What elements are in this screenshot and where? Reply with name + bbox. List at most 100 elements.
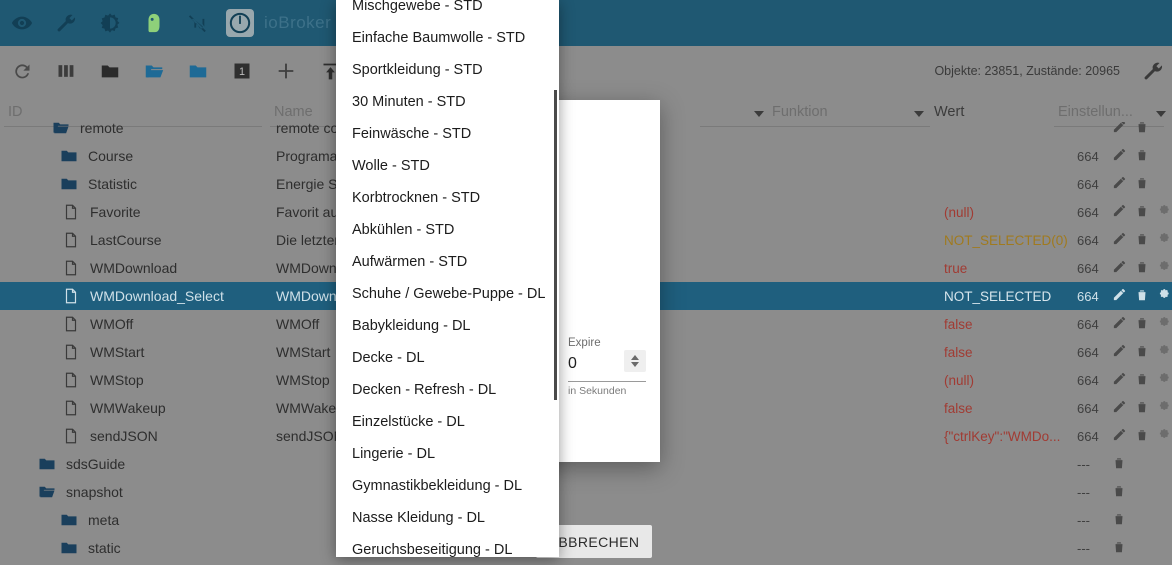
expand-level-1-icon[interactable]: 1 bbox=[220, 46, 264, 96]
stepper-up-icon[interactable] bbox=[631, 355, 639, 360]
delete-button[interactable] bbox=[1135, 400, 1149, 417]
row-actions[interactable] bbox=[1112, 343, 1171, 361]
edit-button[interactable] bbox=[1112, 343, 1127, 361]
edit-button[interactable] bbox=[1112, 315, 1127, 333]
settings-button[interactable] bbox=[1157, 260, 1171, 277]
dropdown-item[interactable]: Lingerie - DL bbox=[336, 438, 559, 470]
chevron-down-icon-einstellungen[interactable] bbox=[1156, 111, 1166, 117]
chevron-down-icon-type[interactable] bbox=[754, 111, 764, 117]
settings-button[interactable] bbox=[1157, 400, 1171, 417]
row-actions[interactable] bbox=[1112, 287, 1171, 305]
plus-icon[interactable] bbox=[264, 46, 308, 96]
row-actions[interactable] bbox=[1112, 371, 1171, 389]
dropdown-item[interactable]: Feinwäsche - STD bbox=[336, 118, 559, 150]
column-wert-label[interactable]: Wert bbox=[934, 104, 964, 120]
dropdown-item[interactable]: Wolle - STD bbox=[336, 150, 559, 182]
delete-button[interactable] bbox=[1112, 456, 1126, 473]
wrench-icon[interactable] bbox=[44, 0, 88, 46]
iobroker-logo[interactable] bbox=[226, 9, 254, 37]
expire-stepper[interactable] bbox=[624, 350, 646, 372]
row-actions[interactable] bbox=[1112, 512, 1126, 529]
settings-button[interactable] bbox=[1157, 372, 1171, 389]
columns-icon[interactable] bbox=[44, 46, 88, 96]
edit-button[interactable] bbox=[1112, 231, 1127, 249]
edit-button[interactable] bbox=[1112, 147, 1127, 165]
row-actions[interactable] bbox=[1112, 456, 1126, 473]
edit-button[interactable] bbox=[1112, 203, 1127, 221]
row-actions[interactable] bbox=[1112, 540, 1126, 557]
row-actions[interactable] bbox=[1112, 175, 1149, 193]
dropdown-item[interactable]: Einzelstücke - DL bbox=[336, 406, 559, 438]
stepper-down-icon[interactable] bbox=[631, 362, 639, 367]
settings-wrench-icon[interactable] bbox=[1142, 46, 1164, 96]
delete-button[interactable] bbox=[1112, 512, 1126, 529]
settings-button[interactable] bbox=[1157, 428, 1171, 445]
delete-button[interactable] bbox=[1135, 372, 1149, 389]
dropdown-item[interactable]: 30 Minuten - STD bbox=[336, 86, 559, 118]
edit-button[interactable] bbox=[1112, 287, 1127, 305]
dropdown-item[interactable]: Schuhe / Gewebe-Puppe - DL bbox=[336, 278, 559, 310]
delete-button[interactable] bbox=[1135, 428, 1149, 445]
dropdown-item[interactable]: Einfache Baumwolle - STD bbox=[336, 22, 559, 54]
delete-button[interactable] bbox=[1135, 122, 1149, 137]
row-actions[interactable] bbox=[1112, 122, 1149, 137]
folder-filled-icon[interactable] bbox=[176, 46, 220, 96]
column-id-label[interactable]: ID bbox=[8, 104, 23, 120]
delete-button[interactable] bbox=[1135, 344, 1149, 361]
settings-button[interactable] bbox=[1157, 232, 1171, 249]
course-select-dropdown[interactable]: Mischgewebe - STD Einfache Baumwolle - ST… bbox=[336, 0, 559, 557]
delete-button[interactable] bbox=[1135, 204, 1149, 221]
row-actions[interactable] bbox=[1112, 315, 1171, 333]
delete-button[interactable] bbox=[1135, 316, 1149, 333]
delete-button[interactable] bbox=[1135, 288, 1149, 305]
expire-input[interactable]: 0 bbox=[568, 355, 577, 373]
dropdown-item[interactable]: Aufwärmen - STD bbox=[336, 246, 559, 278]
row-actions[interactable] bbox=[1112, 427, 1171, 445]
settings-button[interactable] bbox=[1157, 316, 1171, 333]
edit-button[interactable] bbox=[1112, 259, 1127, 277]
settings-button[interactable] bbox=[1157, 344, 1171, 361]
column-einstellungen-label[interactable]: Einstellun... bbox=[1058, 104, 1133, 120]
dropdown-item[interactable]: Geruchsbeseitigung - DL bbox=[336, 534, 559, 557]
dropdown-item[interactable]: Abkühlen - STD bbox=[336, 214, 559, 246]
edit-button[interactable] bbox=[1112, 399, 1127, 417]
folder-closed-icon[interactable] bbox=[88, 46, 132, 96]
eye-icon[interactable] bbox=[0, 0, 44, 46]
dropdown-item[interactable]: Gymnastikbekleidung - DL bbox=[336, 470, 559, 502]
dropdown-item[interactable]: Decke - DL bbox=[336, 342, 559, 374]
delete-button[interactable] bbox=[1135, 232, 1149, 249]
row-actions[interactable] bbox=[1112, 259, 1171, 277]
edit-button[interactable] bbox=[1112, 122, 1127, 137]
column-name-label[interactable]: Name bbox=[274, 104, 313, 120]
delete-button[interactable] bbox=[1112, 540, 1126, 557]
row-actions[interactable] bbox=[1112, 203, 1171, 221]
refresh-icon[interactable] bbox=[0, 46, 44, 96]
dropdown-item[interactable]: Babykleidung - DL bbox=[336, 310, 559, 342]
edit-button[interactable] bbox=[1112, 371, 1127, 389]
row-actions[interactable] bbox=[1112, 399, 1171, 417]
dropdown-item[interactable]: Nasse Kleidung - DL bbox=[336, 502, 559, 534]
row-actions[interactable] bbox=[1112, 484, 1126, 501]
folder-open-icon[interactable] bbox=[132, 46, 176, 96]
contrast-icon[interactable] bbox=[88, 0, 132, 46]
delete-button[interactable] bbox=[1112, 484, 1126, 501]
settings-button[interactable] bbox=[1157, 288, 1171, 305]
delete-button[interactable] bbox=[1135, 148, 1149, 165]
connection-off-icon[interactable] bbox=[176, 0, 220, 46]
chevron-down-icon-funktion[interactable] bbox=[914, 111, 924, 117]
column-funktion-label[interactable]: Funktion bbox=[772, 104, 828, 120]
dropdown-scrollbar[interactable] bbox=[554, 90, 557, 400]
person-icon[interactable] bbox=[132, 0, 176, 46]
settings-button[interactable] bbox=[1157, 204, 1171, 221]
dropdown-item[interactable]: Decken - Refresh - DL bbox=[336, 374, 559, 406]
dropdown-item[interactable]: Sportkleidung - STD bbox=[336, 54, 559, 86]
row-actions[interactable] bbox=[1112, 231, 1171, 249]
dropdown-item[interactable]: Korbtrocknen - STD bbox=[336, 182, 559, 214]
row-actions[interactable] bbox=[1112, 147, 1149, 165]
delete-button[interactable] bbox=[1135, 260, 1149, 277]
dropdown-item[interactable]: Mischgewebe - STD bbox=[336, 0, 559, 22]
delete-button[interactable] bbox=[1135, 176, 1149, 193]
table-row[interactable]: snapshot --- bbox=[0, 478, 1172, 506]
edit-button[interactable] bbox=[1112, 175, 1127, 193]
edit-button[interactable] bbox=[1112, 427, 1127, 445]
